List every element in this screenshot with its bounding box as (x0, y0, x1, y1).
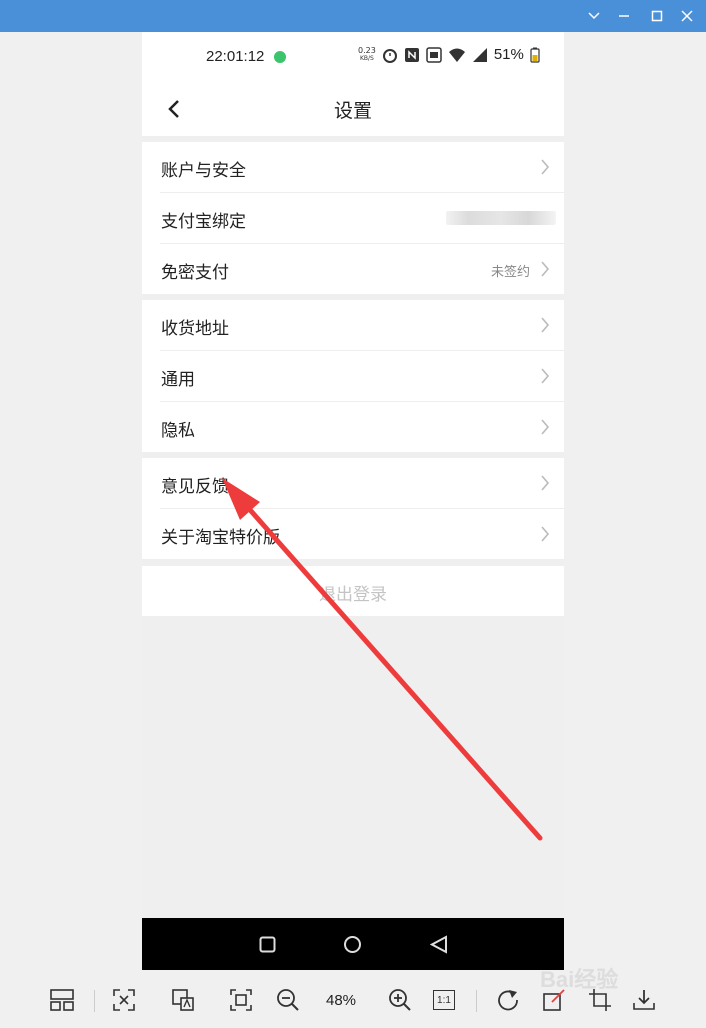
toolbar-separator (476, 990, 477, 1012)
fit-screen-icon[interactable] (229, 988, 253, 1012)
settings-item-label: 收货地址 (161, 319, 229, 339)
settings-item-privacy[interactable]: 隐私 (160, 402, 564, 452)
signal-icon (472, 47, 487, 62)
settings-item-general[interactable]: 通用 (160, 351, 564, 402)
rotate-icon[interactable] (495, 988, 519, 1012)
chevron-right-icon (541, 526, 550, 542)
chevron-right-icon (541, 317, 550, 333)
watermark: Bai经验 (540, 967, 619, 992)
page-title: 设置 (333, 100, 372, 122)
settings-item-about[interactable]: 关于淘宝特价版 (160, 509, 564, 559)
settings-item-label: 隐私 (161, 421, 195, 441)
logout-button[interactable]: 退出登录 (142, 566, 564, 616)
settings-item-label: 意见反馈 (161, 477, 229, 497)
actual-size-label: 1:1 (437, 994, 451, 1006)
download-icon[interactable] (632, 988, 656, 1012)
chevron-right-icon (541, 419, 550, 435)
battery-icon (530, 47, 540, 63)
toolbar-separator (94, 990, 95, 1012)
android-nav-bar (142, 918, 564, 970)
minimize-icon[interactable] (610, 0, 638, 32)
status-icons: 0.23 KB/S 51% (358, 46, 540, 63)
settings-item-value: 未签约 (490, 265, 530, 280)
status-bar: 22:01:12 0.23 KB/S 51% (142, 32, 564, 84)
settings-item-label: 支付宝绑定 (161, 212, 246, 232)
settings-group-general: 收货地址 通用 隐私 (142, 300, 564, 452)
logout-label: 退出登录 (319, 585, 387, 605)
phone-screen: 22:01:12 0.23 KB/S 51% 设置 账户与安全 支付宝绑定 免密… (142, 32, 564, 970)
settings-group-account: 账户与安全 支付宝绑定 免密支付 未签约 (142, 142, 564, 294)
maximize-icon[interactable] (643, 0, 671, 32)
chevron-down-icon[interactable] (580, 0, 608, 32)
chevron-right-icon (541, 159, 550, 175)
settings-item-label: 通用 (161, 370, 195, 390)
settings-group-about: 意见反馈 关于淘宝特价版 (142, 458, 564, 559)
chevron-right-icon (541, 261, 550, 277)
window-titlebar (0, 0, 706, 32)
ocr-text-icon[interactable] (171, 988, 195, 1012)
settings-item-alipay-binding[interactable]: 支付宝绑定 (160, 193, 564, 244)
zoom-in-icon[interactable] (388, 988, 412, 1012)
redacted-account-value (446, 211, 556, 225)
app-notification-icon (274, 51, 286, 63)
settings-item-feedback[interactable]: 意见反馈 (160, 458, 564, 509)
net-speed: 0.23 KB/S (358, 45, 376, 62)
settings-item-label: 免密支付 (161, 263, 229, 283)
recent-apps-icon[interactable] (259, 936, 276, 953)
actual-size-button[interactable]: 1:1 (432, 988, 456, 1012)
zoom-out-icon[interactable] (276, 988, 300, 1012)
zoom-level: 48% (326, 992, 357, 1009)
alarm-icon (382, 48, 397, 63)
thumbnail-layout-icon[interactable] (50, 988, 74, 1012)
nfc-icon (404, 47, 419, 62)
settings-item-shipping-address[interactable]: 收货地址 (160, 300, 564, 351)
wifi-icon (448, 48, 465, 62)
settings-header: 设置 (142, 84, 564, 136)
chevron-right-icon (541, 475, 550, 491)
settings-item-password-free-payment[interactable]: 免密支付 未签约 (160, 244, 564, 294)
status-time: 22:01:12 (206, 48, 265, 65)
close-icon[interactable] (673, 0, 701, 32)
chevron-right-icon (541, 368, 550, 384)
home-icon[interactable] (343, 935, 362, 954)
settings-item-label: 关于淘宝特价版 (161, 528, 280, 548)
settings-item-label: 账户与安全 (161, 161, 246, 181)
back-nav-icon[interactable] (430, 935, 448, 954)
volte-icon (426, 46, 442, 63)
settings-item-account-security[interactable]: 账户与安全 (160, 142, 564, 193)
fullscreen-exit-icon[interactable] (112, 988, 136, 1012)
battery-percent: 51% (493, 46, 524, 63)
